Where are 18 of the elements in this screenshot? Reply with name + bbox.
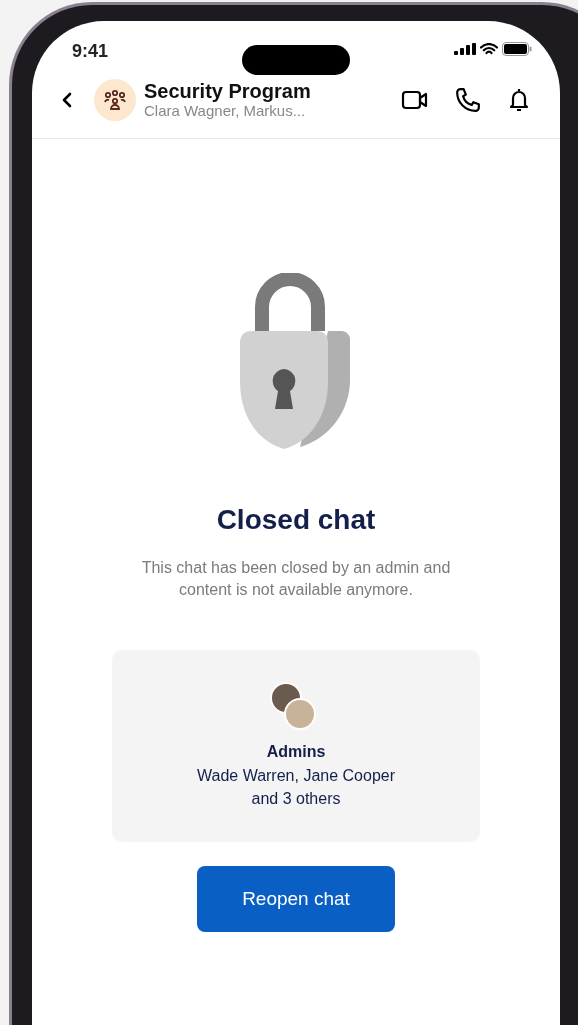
group-icon — [103, 88, 127, 111]
closed-chat-title: Closed chat — [216, 503, 376, 537]
status-time: 9:41 — [72, 40, 109, 63]
closed-chat-description: This chat has been closed by an admin and content is not available anymore. — [140, 558, 452, 601]
wifi-icon — [480, 42, 498, 56]
battery-icon — [502, 42, 532, 56]
chat-title: Security Program — [144, 79, 312, 102]
reopen-chat-button[interactable]: Reopen chat — [197, 865, 395, 932]
admin-avatar — [284, 697, 316, 730]
bell-icon — [507, 86, 531, 113]
chat-members: Clara Wagner, Markus... — [144, 101, 306, 120]
video-camera-icon — [401, 89, 429, 112]
admins-label: Admins — [266, 741, 326, 762]
admin-count: and 3 others — [251, 788, 341, 809]
admin-names: Wade Warren, Jane Cooper — [197, 765, 395, 786]
chevron-left-icon — [61, 91, 73, 110]
phone-icon — [455, 86, 481, 113]
signal-icon — [454, 43, 476, 55]
